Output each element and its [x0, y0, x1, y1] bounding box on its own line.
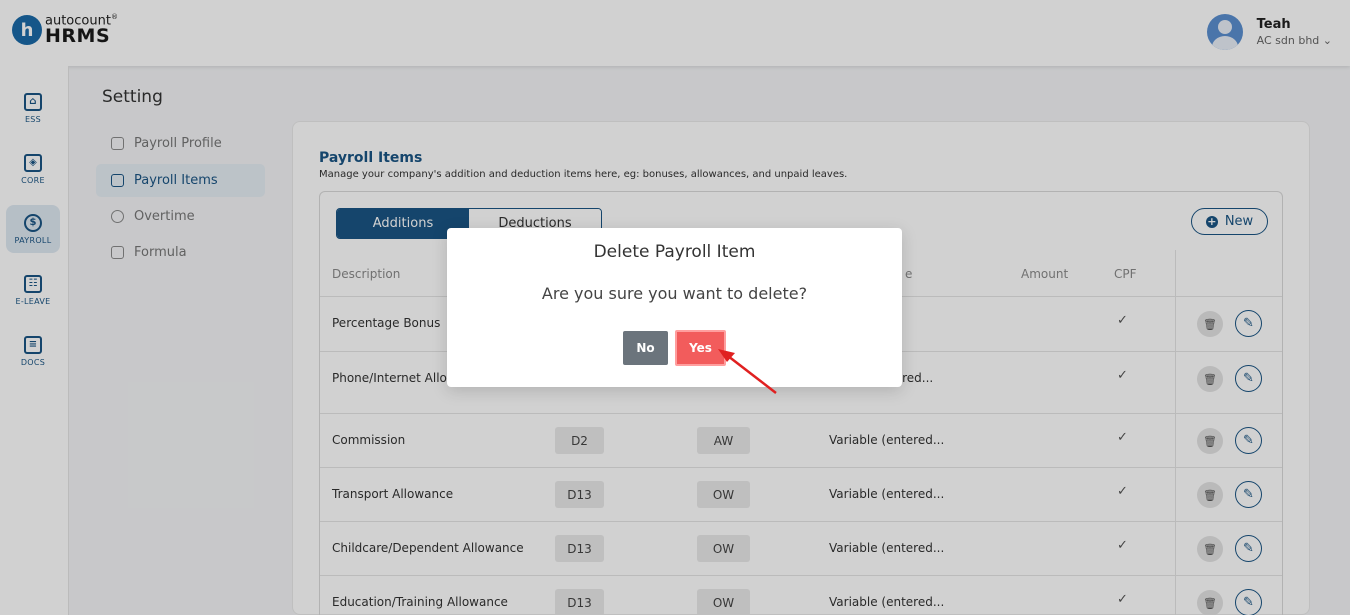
- yes-button[interactable]: Yes: [675, 330, 726, 366]
- no-button[interactable]: No: [623, 331, 668, 365]
- delete-confirm-dialog: Delete Payroll Item Are you sure you wan…: [447, 228, 902, 387]
- dialog-title: Delete Payroll Item: [593, 242, 756, 262]
- dialog-message: Are you sure you want to delete?: [541, 284, 808, 303]
